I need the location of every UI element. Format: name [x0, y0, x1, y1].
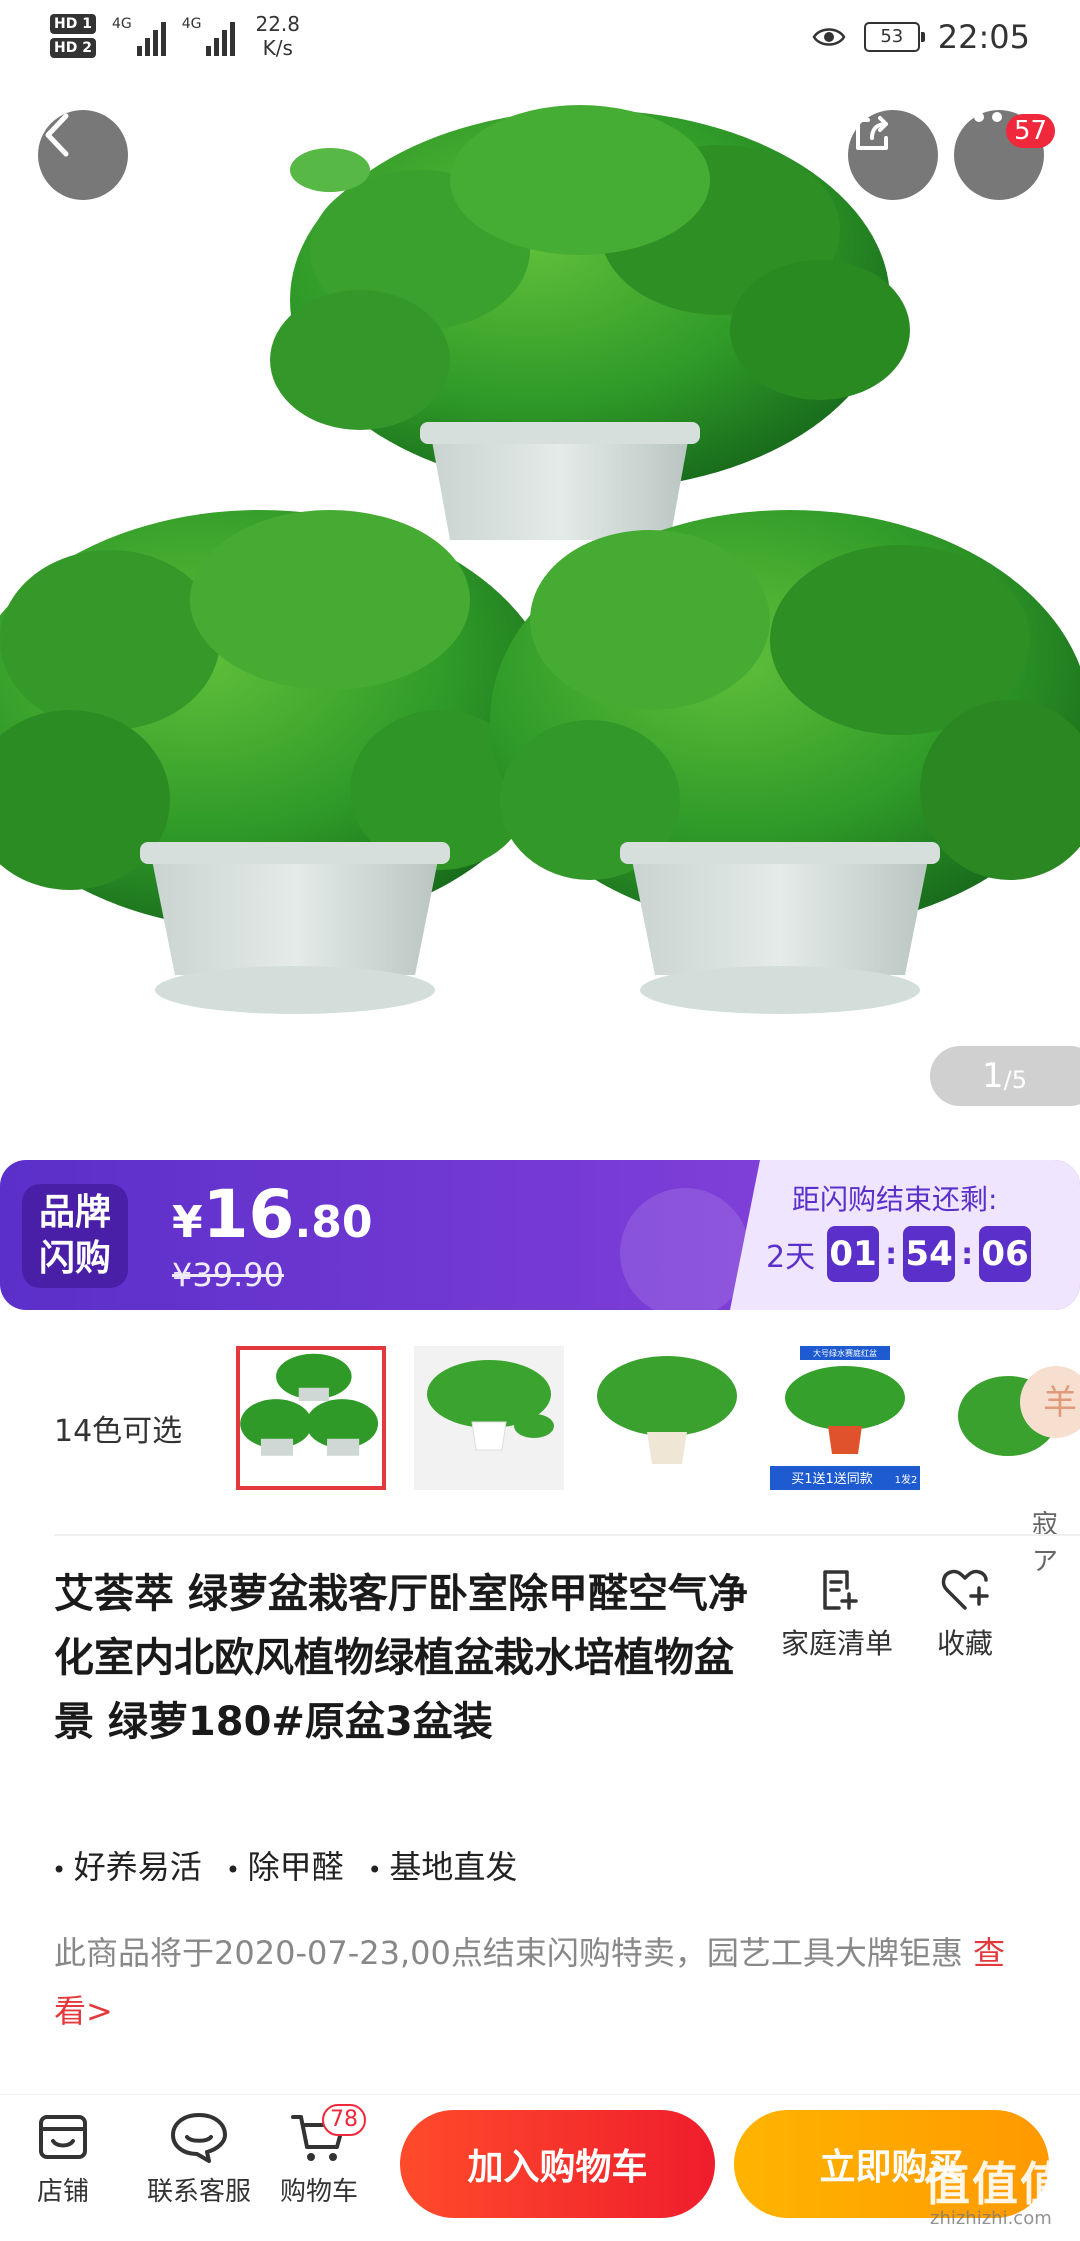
product-tags: 好养易活 除甲醛 基地直发	[52, 1842, 518, 1888]
variant-thumb-4[interactable]: 大号绿水赛庭红盆 买1送1送同款 1发2	[770, 1346, 920, 1490]
clock: 22:05	[937, 18, 1030, 56]
product-tag: 好养易活	[52, 1842, 202, 1888]
price-integer: 16	[202, 1176, 295, 1253]
countdown-timer: 2天 01 : 54 : 06	[766, 1226, 1032, 1282]
product-title: 艾荟萃 绿萝盆栽客厅卧室除甲醛空气净化室内北欧风植物绿植盆栽水培植物盆景 绿萝1…	[54, 1571, 748, 1745]
thumb4-tag-text: 1发2	[895, 1473, 918, 1486]
white-pot-thumbnail	[414, 1346, 564, 1490]
service-label: 联系客服	[146, 2177, 251, 2207]
three-pots-thumbnail	[240, 1350, 382, 1486]
countdown-minutes: 54	[903, 1226, 956, 1282]
thumb4-footer-text: 买1送1送同款	[791, 1472, 873, 1487]
signal-sim1-icon: 4G	[112, 16, 166, 56]
chevron-left-icon	[45, 113, 69, 157]
network-type-2: 4G	[181, 16, 202, 32]
variant-selector: 14色可选 大号绿水赛庭红盆 买1送1送同款 1发2 羊	[0, 1346, 1080, 1496]
lightning-icon	[620, 1188, 750, 1310]
variant-thumb-2[interactable]	[414, 1346, 564, 1490]
site-watermark-url: zhizhizhi.com	[930, 2208, 1052, 2229]
family-list-label: 家庭清单	[780, 1627, 893, 1660]
variant-thumb-1[interactable]	[236, 1346, 386, 1490]
variant-thumb-5[interactable]: 羊	[948, 1346, 1080, 1490]
customer-service-button[interactable]: 联系客服	[134, 2109, 264, 2208]
countdown-days: 2天	[766, 1240, 816, 1275]
signal-sim2-icon: 4G	[182, 16, 236, 56]
hd-indicators: HD 1 HD 2	[50, 14, 96, 58]
shop-label: 店铺	[36, 2177, 89, 2207]
product-tag: 除甲醛	[226, 1842, 344, 1888]
cart-count-badge: 78	[322, 2104, 366, 2136]
network-speed-unit: K/s	[262, 36, 293, 60]
flash-sale-notice: 此商品将于2020-07-23,00点结束闪购特卖，园艺工具大牌钜惠 查看>	[54, 1924, 1034, 2040]
countdown-seconds: 06	[979, 1226, 1032, 1282]
store-icon	[39, 2115, 87, 2159]
image-pager: 1 /5	[930, 1046, 1080, 1106]
divider	[54, 1534, 1080, 1536]
more-dots-icon	[956, 112, 1002, 122]
favorite-label: 收藏	[936, 1627, 993, 1660]
network-speed-value: 22.8	[255, 12, 301, 36]
shop-button[interactable]: 店铺	[28, 2109, 98, 2208]
notice-text: 此商品将于2020-07-23,00点结束闪购特卖，园艺工具大牌钜惠	[54, 1934, 974, 1972]
share-icon	[856, 116, 888, 150]
countdown-hours: 01	[827, 1226, 880, 1282]
eye-comfort-icon	[812, 28, 846, 46]
currency-symbol: ¥	[172, 1197, 203, 1248]
site-watermark: 值值值	[924, 2157, 1068, 2211]
brand-tag-line2: 闪购	[38, 1238, 111, 1279]
status-bar: HD 1 HD 2 4G 4G 22.8 K/s 53 22:05	[0, 0, 1080, 80]
pager-total: /5	[1003, 1066, 1027, 1094]
message-count-badge: 57	[1006, 114, 1056, 148]
red-pot-thumbnail: 大号绿水赛庭红盆 买1送1送同款 1发2	[770, 1346, 920, 1490]
hd-sim2: HD 2	[50, 38, 96, 58]
sale-price: ¥16.80	[172, 1176, 372, 1253]
price-decimal: .80	[294, 1197, 373, 1248]
variant-thumb-3[interactable]	[592, 1346, 742, 1490]
thumb4-banner-text: 大号绿水赛庭红盆	[813, 1348, 877, 1358]
variant-count-label[interactable]: 14色可选	[54, 1406, 182, 1450]
pager-current: 1	[982, 1056, 1004, 1096]
product-tag: 基地直发	[368, 1842, 517, 1888]
beige-pot-thumbnail	[592, 1346, 742, 1490]
flash-sale-banner: 品牌 闪购 ¥16.80 ¥39.90 距闪购结束还剩: 2天 01 : 54 …	[0, 1160, 1080, 1310]
countdown-title: 距闪购结束还剩:	[792, 1183, 998, 1216]
cart-label: 购物车	[279, 2177, 358, 2207]
heart-add-icon	[941, 1569, 989, 1610]
network-speed: 22.8 K/s	[255, 12, 300, 60]
family-list-button[interactable]: 家庭清单	[772, 1566, 902, 1662]
add-to-cart-button[interactable]: 加入购物车	[400, 2110, 715, 2218]
brand-tag-line1: 品牌	[38, 1192, 111, 1233]
list-add-icon	[823, 1570, 858, 1610]
original-price: ¥39.90	[172, 1256, 284, 1294]
floating-side-text[interactable]: 寂ア	[1032, 1504, 1080, 1578]
partial-thumbnail: 羊	[948, 1346, 1080, 1490]
favorite-button[interactable]: 收藏	[900, 1566, 1030, 1662]
network-type-1: 4G	[111, 16, 132, 32]
hd-sim1: HD 1	[50, 14, 96, 34]
battery-level: 53	[863, 22, 925, 52]
brand-flash-tag: 品牌 闪购	[22, 1184, 128, 1288]
product-image-carousel[interactable]: 57 1 /5	[0, 0, 1080, 1160]
share-button[interactable]	[848, 110, 938, 200]
chat-bubble-icon	[171, 2113, 227, 2163]
thumb5-text: 羊	[1043, 1383, 1077, 1423]
back-button[interactable]	[38, 110, 128, 200]
